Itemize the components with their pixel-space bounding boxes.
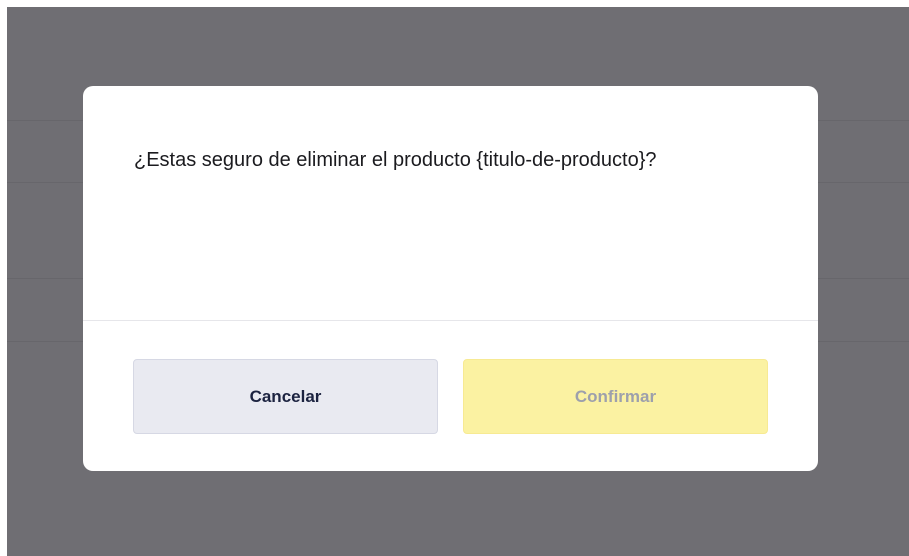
dialog-message: ¿Estas seguro de eliminar el producto {t… [134,149,657,171]
dialog-divider [83,320,818,321]
confirm-button[interactable]: Confirmar [463,359,768,434]
confirm-delete-dialog: ¿Estas seguro de eliminar el producto {t… [83,86,818,471]
cancel-button[interactable]: Cancelar [133,359,438,434]
page: ¿Estas seguro de eliminar el producto {t… [0,0,909,556]
